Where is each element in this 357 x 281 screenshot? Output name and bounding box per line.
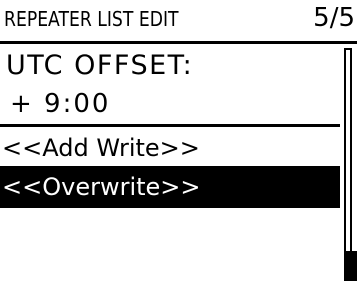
utc-offset-label: UTC OFFSET: xyxy=(6,50,194,81)
utc-offset-value: + 9:00 xyxy=(10,89,111,119)
page-indicator: 5/5 xyxy=(313,3,355,33)
scroll-thumb[interactable] xyxy=(344,251,357,281)
screen-title: REPEATER LIST EDIT xyxy=(4,7,179,31)
add-write-option[interactable]: <<Add Write>> xyxy=(0,127,340,169)
lcd-screen: REPEATER LIST EDIT 5/5 UTC OFFSET: + 9:0… xyxy=(0,0,357,281)
scroll-track xyxy=(344,48,352,281)
utc-offset-setting[interactable]: UTC OFFSET: + 9:00 xyxy=(0,44,340,126)
header-bar: REPEATER LIST EDIT 5/5 xyxy=(0,0,357,42)
scrollbar[interactable] xyxy=(344,48,357,281)
overwrite-option[interactable]: <<Overwrite>> xyxy=(0,166,340,208)
